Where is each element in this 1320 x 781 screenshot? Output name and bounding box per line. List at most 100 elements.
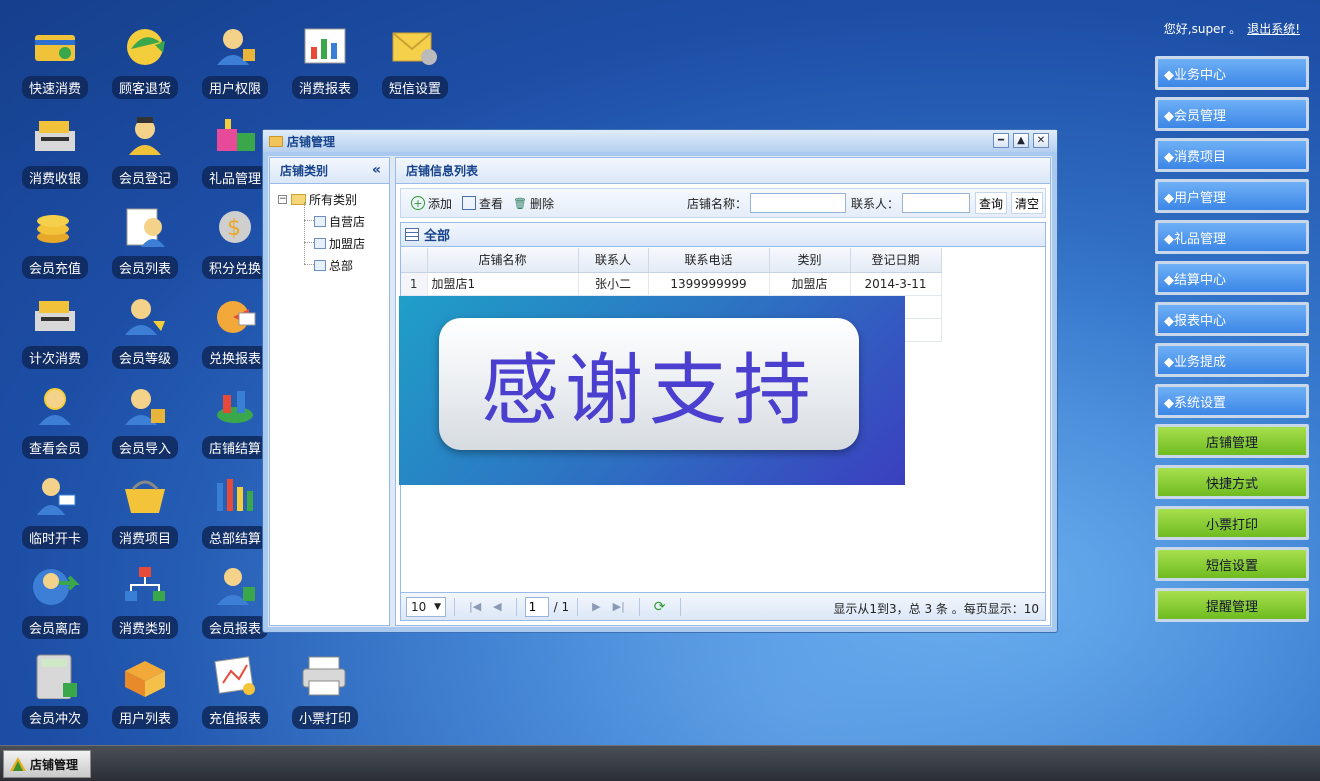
shortcut-label: 会员离店 [21,616,88,639]
contact-input[interactable] [901,193,970,213]
add-button[interactable]: + 添加 [411,195,452,212]
taskbar-store-button[interactable]: 店铺管理 [3,750,91,778]
pager-info: 显示从1到3，总 3 条 。每页显示：10 [833,602,1039,616]
side-menu-item[interactable]: ◆消费项目 [1155,138,1309,172]
table-header-row: 店铺名称 联系人 联系电话 类别 登记日期 [401,248,942,273]
desktop-shortcut[interactable]: 消费收银 [13,110,97,196]
tree-node-root[interactable]: − 所有类别 [278,189,357,209]
desktop-shortcut[interactable]: 会员离店 [13,560,97,646]
shortcut-label: 积分兑换 [201,256,268,279]
table-row[interactable]: 1 加盟店1 张小二 1399999999 加盟店 2014-3-11 [401,272,942,296]
list-icon [405,228,419,241]
desktop-shortcut[interactable]: 消费类别 [103,560,187,646]
tree-node-label: 总部 [329,258,354,273]
side-menu-item[interactable]: ◆业务中心 [1155,56,1309,90]
desktop-shortcut[interactable]: 会员导入 [103,380,187,466]
desktop-shortcut[interactable]: 小票打印 [283,650,367,736]
first-page-icon[interactable]: |◀ [469,600,481,613]
shortcut-label: 消费报表 [291,76,358,99]
desktop-shortcut[interactable]: 消费报表 [283,20,367,106]
side-shortcut-button[interactable]: 小票打印 [1155,506,1309,540]
desktop-shortcut[interactable]: 会员充值 [13,200,97,286]
tree-node-hq[interactable]: 总部 [314,255,353,275]
search-button[interactable]: 查询 [974,192,1007,214]
desktop-shortcut[interactable]: 会员等级 [103,290,187,376]
desktop-shortcut[interactable]: 临时开卡 [13,470,97,556]
last-page-icon[interactable]: ▶| [613,600,625,613]
shortcut-label: 临时开卡 [21,526,88,549]
shortcut-label: 会员列表 [111,256,178,279]
desktop-shortcut[interactable]: 消费项目 [103,470,187,556]
side-shortcut-button[interactable]: 提醒管理 [1155,588,1309,622]
points-exchange-icon: $ [208,200,262,250]
side-menu-item[interactable]: ◆用户管理 [1155,179,1309,213]
page-size-value: 10 [411,599,427,614]
close-icon[interactable]: ✕ [1033,133,1049,148]
collapse-icon[interactable]: « [372,162,381,178]
tree-node-self-operated[interactable]: 自营店 [314,211,365,231]
table-cell: 加盟店 [769,272,851,296]
desktop-shortcut[interactable]: 查看会员 [13,380,97,466]
taskbar-button-label: 店铺管理 [30,757,79,772]
contact-label: 联系人： [850,196,899,211]
desktop-shortcut[interactable]: 会员登记 [103,110,187,196]
shortcut-label: 消费项目 [111,526,178,549]
add-label: 添加 [428,196,453,211]
desktop-shortcut[interactable]: 顾客退货 [103,20,187,106]
side-menu-item[interactable]: ◆系统设置 [1155,384,1309,418]
store-name-input[interactable] [749,193,846,213]
window-titlebar[interactable]: 店铺管理 [263,130,1057,152]
add-icon: + [411,196,425,210]
exchange-report-icon [208,290,262,340]
shortcut-label: 用户权限 [201,76,268,99]
side-menu-item[interactable]: ◆会员管理 [1155,97,1309,131]
clear-button[interactable]: 清空 [1010,192,1043,214]
folder-icon [269,135,283,147]
column-header[interactable]: 联系电话 [648,248,770,273]
side-menu-item[interactable]: ◆业务提成 [1155,343,1309,377]
shortcut-label: 会员充值 [21,256,88,279]
desktop-shortcut[interactable]: 用户权限 [193,20,277,106]
desktop-shortcut[interactable]: 短信设置 [373,20,457,106]
desktop-shortcut[interactable]: 计次消费 [13,290,97,376]
side-shortcut-button[interactable]: 短信设置 [1155,547,1309,581]
side-menu-item[interactable]: ◆结算中心 [1155,261,1309,295]
category-panel-title: 店铺类别 [280,164,329,178]
side-shortcut-button[interactable]: 快捷方式 [1155,465,1309,499]
side-shortcut-button[interactable]: 店铺管理 [1155,424,1309,458]
column-header[interactable]: 登记日期 [850,248,942,273]
side-menu-item[interactable]: ◆礼品管理 [1155,220,1309,254]
page-size-select[interactable]: 10 ▼ [406,596,446,617]
view-member-icon [28,380,82,430]
table-cell: 2014-3-11 [850,272,942,296]
category-panel: 店铺类别 « − 所有类别 自营店 加盟店 总部 [269,157,390,626]
desktop-shortcut[interactable]: 会员冲次 [13,650,97,736]
column-header[interactable]: 联系人 [578,248,649,273]
next-page-icon[interactable]: ▶ [592,600,600,613]
minimize-icon[interactable]: ━ [993,133,1009,148]
page-number-input[interactable] [524,596,549,617]
collapse-node-icon[interactable]: − [278,194,287,204]
row-number-header [401,248,428,273]
column-header[interactable]: 类别 [769,248,851,273]
toolbar: + 添加 查看 🗑 删除 店铺名称： 联系人： 查询 清空 [400,188,1046,218]
view-button[interactable]: 查看 [462,195,503,212]
desktop-shortcut[interactable]: 用户列表 [103,650,187,736]
logout-link[interactable]: 退出系统! [1247,22,1300,36]
column-header[interactable]: 店铺名称 [427,248,579,273]
quick-consume-icon [28,20,82,70]
store-triangle-icon [10,757,26,771]
refresh-icon[interactable]: ⟳ [654,599,666,615]
temp-card-icon [28,470,82,520]
prev-page-icon[interactable]: ◀ [493,600,501,613]
tree-node-franchise[interactable]: 加盟店 [314,233,365,253]
delete-button[interactable]: 🗑 删除 [513,195,554,212]
cashier-icon [28,110,82,160]
desktop-shortcut[interactable]: 充值报表 [193,650,277,736]
grid-title: 全部 [424,229,451,244]
maximize-icon[interactable]: ▲ [1013,133,1029,148]
desktop-shortcut[interactable]: 会员列表 [103,200,187,286]
side-menu-item[interactable]: ◆报表中心 [1155,302,1309,336]
desktop-shortcut[interactable]: 快速消费 [13,20,97,106]
store-list-title: 店铺信息列表 [406,164,479,178]
